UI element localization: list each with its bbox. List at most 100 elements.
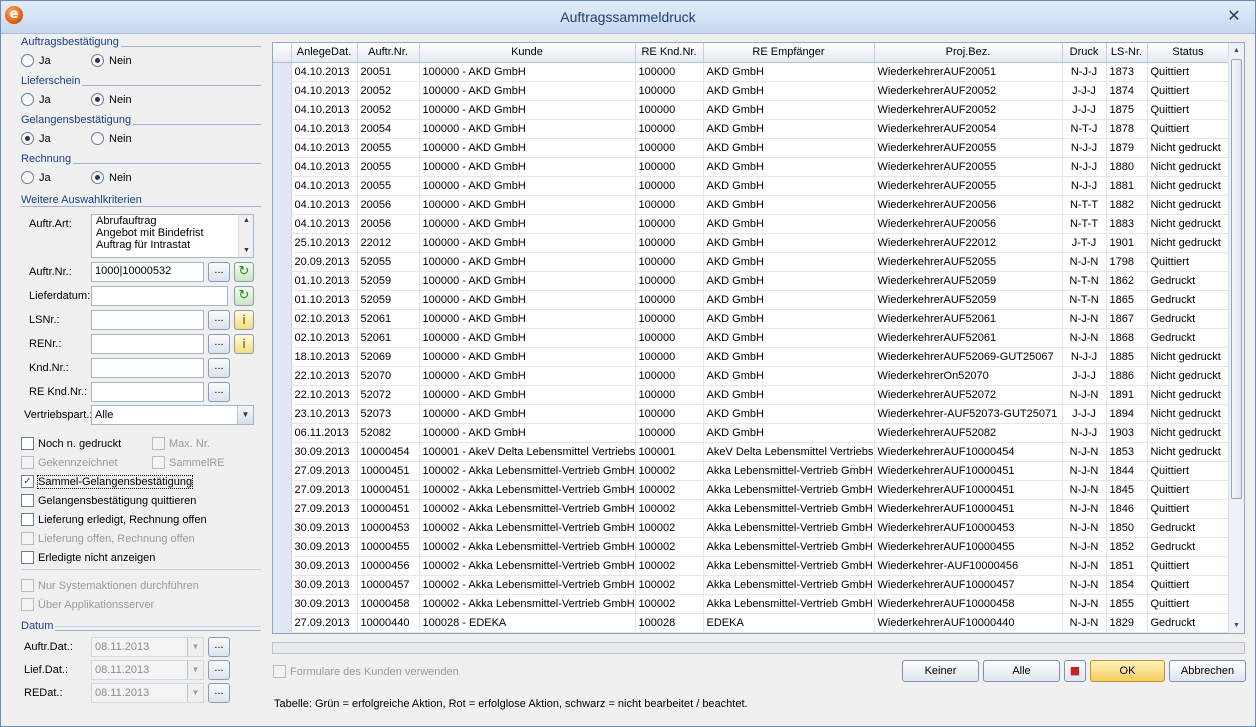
auftr-nr-input[interactable]: 1000|10000532: [91, 262, 204, 282]
row-selector[interactable]: [273, 214, 292, 234]
table-row[interactable]: 04.10.2013 20054 100000 - AKD GmbH 100000 AK…: [273, 119, 1230, 139]
re-nr-browse-button[interactable]: ...: [208, 334, 230, 354]
lieferdatum-input[interactable]: [91, 286, 228, 306]
table-row[interactable]: 25.10.2013 22012 100000 - AKD GmbH 100000 AK…: [273, 233, 1230, 253]
auftr-nr-refresh-icon[interactable]: ↻: [234, 262, 254, 282]
auftr-dat-browse-button[interactable]: ...: [208, 637, 230, 657]
checkbox-box[interactable]: [273, 665, 286, 678]
radio-ja[interactable]: Ja: [21, 54, 51, 67]
row-selector-header[interactable]: [273, 43, 292, 63]
row-selector[interactable]: [273, 119, 292, 139]
listbox-scrollbar[interactable]: ▲ ▼: [238, 215, 253, 257]
radio-nein[interactable]: Nein: [91, 54, 132, 67]
row-selector[interactable]: [273, 100, 292, 120]
row-selector[interactable]: [273, 461, 292, 481]
row-selector[interactable]: [273, 271, 292, 291]
vertriebspart-select[interactable]: Alle ▼: [91, 405, 254, 425]
column-header[interactable]: Druck: [1062, 43, 1107, 63]
checkbox-box[interactable]: [21, 579, 34, 592]
checkbox-box[interactable]: [21, 551, 34, 564]
re-knd-nr-input[interactable]: [91, 382, 204, 402]
lieferung-offen-checkbox[interactable]: Lieferung offen, Rechnung offen: [21, 532, 195, 545]
table-row[interactable]: 04.10.2013 20055 100000 - AKD GmbH 100000 AK…: [273, 157, 1230, 177]
checkbox-box[interactable]: [152, 437, 165, 450]
row-selector[interactable]: [273, 366, 292, 386]
column-header[interactable]: Kunde: [419, 43, 636, 63]
checkbox-box[interactable]: ✓: [21, 475, 34, 488]
table-row[interactable]: 30.09.2013 10000458 100002 - Akka Lebensmi…: [273, 594, 1230, 614]
checkbox-box[interactable]: [21, 456, 34, 469]
table-row[interactable]: 04.10.2013 20055 100000 - AKD GmbH 100000 AK…: [273, 138, 1230, 158]
chevron-down-icon[interactable]: ▼: [187, 684, 203, 702]
list-item[interactable]: Abrufauftrag: [92, 215, 253, 227]
row-selector[interactable]: [273, 556, 292, 576]
table-row[interactable]: 22.10.2013 52072 100000 - AKD GmbH 100000 AK…: [273, 385, 1230, 405]
ls-nr-info-icon[interactable]: i: [234, 310, 254, 330]
row-selector[interactable]: [273, 404, 292, 424]
re-nr-input[interactable]: [91, 334, 204, 354]
column-header[interactable]: Proj.Bez.: [874, 43, 1063, 63]
table-row[interactable]: 02.10.2013 52061 100000 - AKD GmbH 100000 AK…: [273, 328, 1230, 348]
formulare-checkbox[interactable]: Formulare des Kunden verwenden: [273, 665, 459, 678]
gelangens-quittieren-checkbox[interactable]: Gelangensbestätigung quittieren: [21, 494, 196, 507]
radio-circle[interactable]: [21, 54, 34, 67]
row-selector[interactable]: [273, 176, 292, 196]
row-selector[interactable]: [273, 537, 292, 557]
auftr-dat-select[interactable]: 08.11.2013 ▼: [91, 637, 204, 657]
table-row[interactable]: 22.10.2013 52070 100000 - AKD GmbH 100000 AK…: [273, 366, 1230, 386]
keiner-button[interactable]: Keiner: [902, 660, 979, 682]
lief-dat-select[interactable]: 08.11.2013 ▼: [91, 660, 204, 680]
row-selector[interactable]: [273, 328, 292, 348]
checkbox-box[interactable]: [21, 513, 34, 526]
table-row[interactable]: 27.09.2013 10000440 100028 - EDEKA 100028 ED…: [273, 613, 1230, 633]
row-selector[interactable]: [273, 480, 292, 500]
radio-ja[interactable]: Ja: [21, 171, 51, 184]
radio-circle[interactable]: [91, 93, 104, 106]
checkbox-box[interactable]: [21, 437, 34, 450]
table-row[interactable]: 01.10.2013 52059 100000 - AKD GmbH 100000 AK…: [273, 290, 1230, 310]
column-header[interactable]: LS-Nr.: [1106, 43, 1148, 63]
checkbox-box[interactable]: [21, 494, 34, 507]
re-dat-select[interactable]: 08.11.2013 ▼: [91, 683, 204, 703]
table-row[interactable]: 04.10.2013 20056 100000 - AKD GmbH 100000 AK…: [273, 195, 1230, 215]
row-selector[interactable]: [273, 195, 292, 215]
table-row[interactable]: 04.10.2013 20056 100000 - AKD GmbH 100000 AK…: [273, 214, 1230, 234]
table-row[interactable]: 04.10.2013 20052 100000 - AKD GmbH 100000 AK…: [273, 81, 1230, 101]
row-selector[interactable]: [273, 81, 292, 101]
row-selector[interactable]: [273, 594, 292, 614]
chevron-down-icon[interactable]: ▼: [187, 638, 203, 656]
close-icon[interactable]: ✕: [1225, 7, 1243, 25]
row-selector[interactable]: [273, 233, 292, 253]
column-header[interactable]: RE Knd.Nr.: [635, 43, 704, 63]
scroll-up-icon[interactable]: ▲: [1229, 43, 1244, 58]
table-row[interactable]: 20.09.2013 52055 100000 - AKD GmbH 100000 AK…: [273, 252, 1230, 272]
gekennzeichnet-checkbox[interactable]: Gekennzeichnet: [21, 456, 118, 469]
radio-circle[interactable]: [21, 132, 34, 145]
title-bar[interactable]: e Auftragssammeldruck ✕: [1, 1, 1255, 34]
ok-button[interactable]: OK: [1090, 660, 1165, 682]
column-header[interactable]: AnlegeDat.: [291, 43, 358, 63]
print-options-button[interactable]: ■: [1064, 660, 1086, 682]
radio-circle[interactable]: [21, 93, 34, 106]
sammel-gelangens-checkbox[interactable]: ✓ Sammel-Gelangensbestätigung: [21, 474, 194, 489]
re-knd-nr-browse-button[interactable]: ...: [208, 382, 230, 402]
table-row[interactable]: 01.10.2013 52059 100000 - AKD GmbH 100000 AK…: [273, 271, 1230, 291]
table-row[interactable]: 23.10.2013 52073 100000 - AKD GmbH 100000 AK…: [273, 404, 1230, 424]
chevron-down-icon[interactable]: ▼: [237, 406, 253, 424]
ueber-app-checkbox[interactable]: Über Applikationsserver: [21, 598, 154, 611]
radio-circle[interactable]: [21, 171, 34, 184]
row-selector[interactable]: [273, 347, 292, 367]
row-selector[interactable]: [273, 62, 292, 82]
table-row[interactable]: 30.09.2013 10000453 100002 - Akka Lebensmi…: [273, 518, 1230, 538]
table-row[interactable]: 27.09.2013 10000451 100002 - Akka Lebensmi…: [273, 480, 1230, 500]
row-selector[interactable]: [273, 499, 292, 519]
list-item[interactable]: Angebot mit Bindefrist: [92, 227, 253, 239]
knd-nr-browse-button[interactable]: ...: [208, 358, 230, 378]
radio-nein[interactable]: Nein: [91, 132, 132, 145]
table-row[interactable]: 18.10.2013 52069 100000 - AKD GmbH 100000 AK…: [273, 347, 1230, 367]
table-row[interactable]: 27.09.2013 10000451 100002 - Akka Lebensmi…: [273, 499, 1230, 519]
row-selector[interactable]: [273, 252, 292, 272]
table-scrollbar[interactable]: ▲ ▼: [1228, 43, 1244, 633]
row-selector[interactable]: [273, 575, 292, 595]
table-row[interactable]: 04.10.2013 20055 100000 - AKD GmbH 100000 AK…: [273, 176, 1230, 196]
